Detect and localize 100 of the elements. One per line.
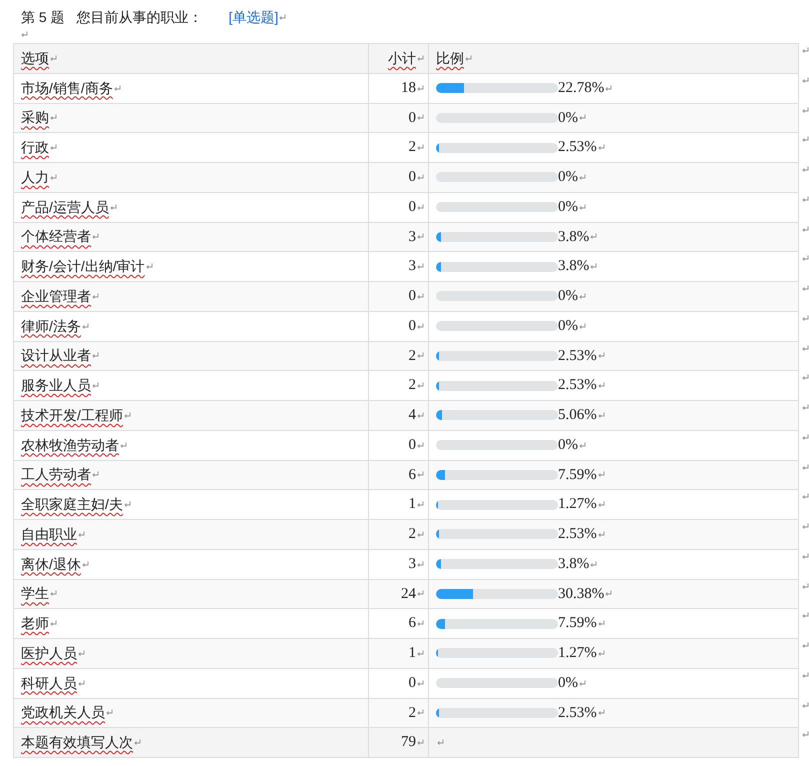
table-cell-text: 0 <box>408 198 416 217</box>
percent-text: 2.53% <box>558 704 597 723</box>
table-cell-text: 个体经营者 <box>21 227 91 246</box>
return-mark-icon <box>417 233 424 240</box>
return-mark-icon <box>802 166 809 173</box>
percent-text: 2.53% <box>558 138 597 158</box>
table-cell-text: 2 <box>408 704 416 723</box>
return-mark-icon <box>50 590 57 598</box>
return-mark-icon <box>78 650 85 657</box>
return-mark-icon <box>802 226 809 232</box>
return-mark-icon <box>417 620 424 628</box>
table-cell-text: 技术开发/工程师 <box>21 406 123 425</box>
return-mark-icon <box>417 54 424 62</box>
return-mark-icon <box>579 442 586 449</box>
percent-text: 30.38% <box>558 584 604 604</box>
return-mark-icon <box>114 84 121 92</box>
table-cell-text: 学生 <box>21 584 49 604</box>
return-mark-icon <box>92 233 99 240</box>
return-mark-icon <box>146 263 153 270</box>
return-mark-icon <box>579 292 586 300</box>
percent-text: 2.53% <box>558 346 597 366</box>
return-mark-icon <box>279 14 286 20</box>
percent-text: 5.06% <box>558 406 597 426</box>
return-mark-icon <box>802 552 809 560</box>
return-mark-icon <box>802 523 809 530</box>
return-mark-icon <box>802 196 809 203</box>
table-cell-text: 离休/退休 <box>21 554 81 574</box>
return-mark-icon <box>417 412 424 419</box>
return-mark-icon <box>598 650 605 657</box>
total-label: 本题有效填写人次 <box>21 733 133 752</box>
return-mark-icon <box>802 702 809 708</box>
return-mark-icon <box>802 136 809 144</box>
return-mark-icon <box>417 263 424 270</box>
table-cell-text: 人力 <box>21 168 49 187</box>
table-cell-text: 自由职业 <box>21 524 77 544</box>
question-text: 您目前从事的职业： <box>76 8 204 26</box>
question-type-link[interactable]: [单选题] <box>228 6 278 28</box>
table-cell-text: 全职家庭主妇/夫 <box>21 495 123 514</box>
percent-text: 22.78% <box>558 78 604 98</box>
return-mark-icon <box>134 739 141 746</box>
table-cell-text: 2 <box>408 376 416 396</box>
percent-text: 0% <box>558 316 578 336</box>
column-header: 选项 <box>21 48 49 68</box>
return-mark-icon <box>802 642 809 649</box>
return-mark-icon <box>598 382 605 390</box>
percent-text: 3.8% <box>558 257 590 276</box>
return-mark-icon <box>92 292 99 300</box>
percent-text: 3.8% <box>558 228 590 247</box>
return-mark-icon <box>82 322 89 330</box>
return-mark-icon <box>579 680 586 687</box>
return-mark-icon <box>802 47 809 54</box>
return-mark-icon <box>802 106 809 114</box>
return-mark-icon <box>417 204 424 211</box>
percent-text: 2.53% <box>558 376 597 396</box>
table-cell-text: 企业管理者 <box>21 286 91 306</box>
table-cell-text: 0 <box>408 108 416 128</box>
table-cell-text: 老师 <box>21 614 49 634</box>
return-mark-icon <box>417 471 424 478</box>
return-mark-icon <box>598 709 605 716</box>
return-mark-icon <box>417 382 424 390</box>
return-mark-icon <box>417 501 424 508</box>
return-mark-icon <box>78 530 85 538</box>
percent-text: 0% <box>558 287 578 306</box>
return-mark-icon <box>802 404 809 411</box>
return-mark-icon <box>579 174 586 181</box>
return-mark-icon <box>50 174 57 181</box>
return-mark-icon <box>417 530 424 538</box>
return-mark-icon <box>579 322 586 330</box>
table-cell-text: 0 <box>408 436 416 455</box>
table-cell-text: 0 <box>408 287 416 306</box>
return-mark-icon <box>802 612 809 620</box>
table-cell-text: 0 <box>408 316 416 336</box>
percent-text: 0% <box>558 168 578 188</box>
return-mark-icon <box>802 76 809 84</box>
table-cell-text: 2 <box>408 138 416 158</box>
table-cell-text: 市场/销售/商务 <box>21 78 113 98</box>
return-mark-icon <box>802 493 809 500</box>
table-cell-text: 0 <box>408 674 416 693</box>
return-mark-icon <box>417 739 424 746</box>
table-cell-text: 6 <box>408 466 416 485</box>
percent-text: 0% <box>558 198 578 217</box>
return-mark-icon <box>50 144 57 152</box>
percent-text: 0% <box>558 436 578 455</box>
table-cell-text: 党政机关人员 <box>21 703 105 722</box>
return-mark-icon <box>802 464 809 470</box>
return-mark-icon <box>417 144 424 152</box>
return-mark-icon <box>417 680 424 687</box>
table-cell-text: 农林牧渔劳动者 <box>21 436 119 455</box>
return-mark-icon <box>598 144 605 152</box>
return-mark-icon <box>417 442 424 449</box>
return-mark-icon <box>802 285 809 292</box>
return-mark-icon <box>579 204 586 211</box>
return-mark-icon <box>598 471 605 478</box>
table-cell-text: 行政 <box>21 138 49 158</box>
return-mark-icon <box>110 204 117 211</box>
table-cell-text: 1 <box>408 644 416 664</box>
table-cell-text: 18 <box>401 78 416 98</box>
return-mark-icon <box>465 54 472 62</box>
return-mark-icon <box>50 54 57 62</box>
table-cell-text: 产品/运营人员 <box>21 198 109 217</box>
